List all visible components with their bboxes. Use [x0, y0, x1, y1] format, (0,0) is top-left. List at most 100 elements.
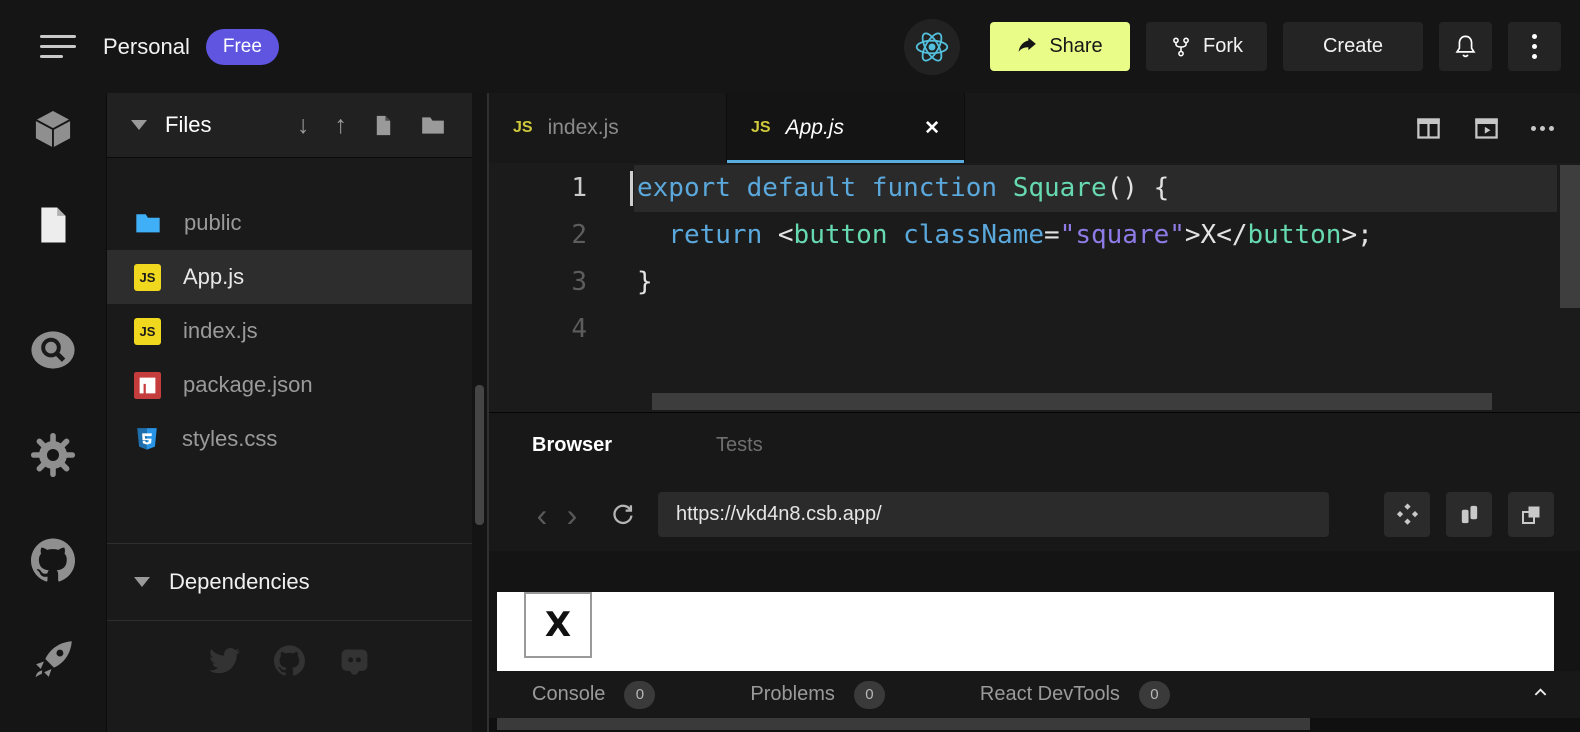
line-number: 2 [489, 212, 587, 259]
social-links [107, 645, 472, 676]
file-icon [33, 205, 73, 245]
search-icon [29, 326, 77, 374]
browser-actions [1384, 492, 1554, 537]
bell-icon [1452, 33, 1479, 60]
diamond-grid-icon [1395, 502, 1420, 527]
file-row-App.js[interactable]: JS App.js [107, 250, 472, 304]
rail-rocket-button[interactable] [27, 636, 79, 684]
discord-icon[interactable] [339, 645, 370, 676]
line-content: export default function Square() { [634, 165, 1557, 212]
file-name: package.json [183, 372, 313, 398]
popout-icon [1519, 503, 1543, 527]
create-button[interactable]: Create [1283, 22, 1423, 71]
share-label: Share [1049, 35, 1102, 58]
files-panel-header: Files ↓↑ [107, 93, 472, 158]
folder-icon [134, 209, 162, 237]
popout-button[interactable] [1508, 492, 1554, 537]
tab-index.js[interactable]: JSindex.js [489, 93, 727, 163]
new-folder-icon[interactable] [420, 112, 446, 138]
chevron-up-icon[interactable] [1531, 683, 1550, 702]
forward-icon[interactable]: › [557, 499, 587, 531]
close-icon[interactable]: ✕ [924, 117, 940, 140]
editor-toolbar [1415, 93, 1580, 163]
editor-tabbar: JSindex.jsJSApp.js✕ [489, 93, 1580, 163]
editor-vertical-scrollbar-thumb[interactable] [1560, 165, 1580, 308]
new-file-icon[interactable] [372, 114, 395, 137]
file-name: App.js [183, 264, 244, 290]
chevron-down-icon[interactable] [131, 120, 147, 130]
url-input[interactable] [658, 492, 1329, 537]
more-options-button[interactable] [1508, 22, 1561, 71]
dependencies-title: Dependencies [169, 569, 310, 595]
devtools-tab-console[interactable]: Console0 [532, 681, 655, 709]
refresh-icon[interactable] [609, 501, 636, 528]
code-line-3[interactable]: 3} [489, 259, 1580, 306]
file-row-index.js[interactable]: JSindex.js [107, 304, 472, 358]
browser-toolbar: ‹ › [489, 478, 1580, 551]
tab-label: index.js [548, 116, 619, 140]
devtools-tab-label: Console [532, 683, 605, 706]
rail-github-button[interactable] [27, 536, 79, 584]
code-line-1[interactable]: 1export default function Square() { [489, 165, 1580, 212]
dependencies-section[interactable]: Dependencies [107, 543, 472, 621]
plan-badge: Free [206, 29, 279, 65]
preview-tab-tests[interactable]: Tests [716, 434, 763, 457]
devtools-tab-problems[interactable]: Problems 0 [750, 681, 884, 709]
share-button[interactable]: Share [990, 22, 1130, 71]
count-badge: 0 [1139, 681, 1170, 709]
line-number: 3 [489, 259, 587, 306]
file-row-package.json[interactable]: package.json [107, 358, 472, 412]
create-label: Create [1323, 35, 1383, 58]
file-row-public[interactable]: public [107, 196, 472, 250]
css-icon [134, 426, 160, 452]
share-arrow-icon [1017, 36, 1038, 57]
preview-icon[interactable] [1473, 115, 1500, 142]
rail-search-button[interactable] [27, 326, 79, 374]
devtools-tab-react-devtools[interactable]: React DevTools0 [980, 681, 1170, 709]
devtools-bar: Console0Problems0React DevTools0 [489, 671, 1580, 718]
workspace-name[interactable]: Personal [103, 34, 190, 60]
code-line-2[interactable]: 2 return <button className="square">X</b… [489, 212, 1580, 259]
devtools-scrollbar[interactable] [489, 718, 1580, 732]
fork-icon [1170, 36, 1192, 58]
top-bar: Personal Free Share Fork Create [0, 0, 1580, 93]
square-button[interactable]: X [524, 592, 592, 658]
menu-icon[interactable] [40, 35, 76, 58]
rail-gear-button[interactable] [27, 431, 79, 479]
twitter-icon[interactable] [209, 645, 240, 676]
devtools-scrollbar-thumb[interactable] [497, 718, 1310, 730]
file-list: public JS App.js JSindex.js package.json styl… [107, 158, 472, 466]
editor-horizontal-scrollbar-thumb[interactable] [652, 393, 1492, 410]
download-icon[interactable]: ↓ [297, 111, 310, 140]
social-github-icon[interactable] [274, 645, 305, 676]
code-line-4[interactable]: 4 [489, 306, 1580, 353]
js-file-icon: JS [134, 264, 161, 291]
kebab-menu-icon [1532, 34, 1537, 59]
duplicate-button[interactable] [1446, 492, 1492, 537]
line-content [634, 306, 1557, 353]
preview-tab-browser[interactable]: Browser [532, 434, 612, 457]
tab-App.js[interactable]: JSApp.js✕ [727, 93, 965, 163]
files-scrollbar[interactable] [472, 93, 487, 732]
more-icon[interactable] [1531, 126, 1554, 131]
split-view-icon[interactable] [1415, 115, 1442, 142]
devtools-tab-label: Problems [750, 683, 834, 706]
files-panel: Files ↓↑ publicJSApp.jsJSindex.jspackage… [107, 93, 472, 732]
main-area: Files ↓↑ publicJSApp.jsJSindex.jspackage… [0, 93, 1580, 732]
back-icon[interactable]: ‹ [527, 499, 557, 531]
code-editor[interactable]: 1export default function Square() {2 ret… [489, 163, 1580, 412]
diamond-grid-button[interactable] [1384, 492, 1430, 537]
tab-label: App.js [786, 116, 844, 140]
rail-file-button[interactable] [27, 201, 79, 249]
upload-icon[interactable]: ↑ [335, 111, 348, 140]
files-scrollbar-thumb[interactable] [475, 385, 484, 525]
text-cursor [630, 171, 633, 206]
count-badge: 0 [854, 681, 885, 709]
rail-box-button[interactable] [27, 106, 79, 154]
file-name: index.js [183, 318, 258, 344]
fork-label: Fork [1203, 35, 1243, 58]
fork-button[interactable]: Fork [1146, 22, 1267, 71]
activity-rail [0, 93, 107, 732]
notifications-button[interactable] [1439, 22, 1492, 71]
file-row-styles.css[interactable]: styles.css [107, 412, 472, 466]
